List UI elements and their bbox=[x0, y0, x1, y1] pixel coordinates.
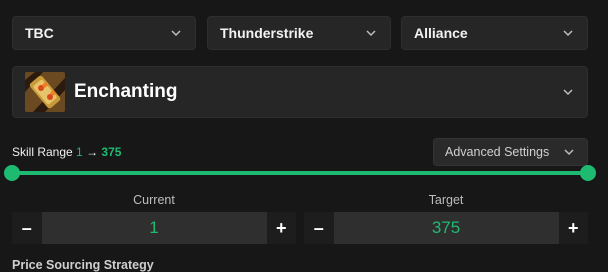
skill-range-max-handle[interactable] bbox=[580, 165, 596, 181]
skill-range-title: Skill Range bbox=[12, 145, 73, 159]
skill-range-max: 375 bbox=[101, 145, 122, 159]
price-sourcing-heading: Price Sourcing Strategy bbox=[12, 258, 154, 272]
expansion-value: TBC bbox=[25, 25, 54, 41]
chevron-down-icon bbox=[169, 26, 183, 40]
current-decrement-button[interactable]: – bbox=[12, 212, 42, 244]
target-skill-stepper[interactable]: – + bbox=[304, 212, 588, 244]
realm-dropdown[interactable]: Thunderstrike bbox=[207, 16, 391, 50]
chevron-down-icon bbox=[561, 85, 575, 99]
arrow-right-icon: → bbox=[86, 145, 99, 159]
target-skill-input[interactable] bbox=[333, 212, 559, 244]
realm-value: Thunderstrike bbox=[220, 25, 314, 41]
current-skill-stepper[interactable]: – + bbox=[12, 212, 296, 244]
target-decrement-button[interactable]: – bbox=[304, 212, 334, 244]
target-increment-button[interactable]: + bbox=[558, 212, 588, 244]
profession-title: Enchanting bbox=[74, 81, 178, 102]
faction-dropdown[interactable]: Alliance bbox=[401, 16, 588, 50]
expansion-dropdown[interactable]: TBC bbox=[12, 16, 196, 50]
profession-dropdown[interactable]: Enchanting bbox=[12, 66, 588, 118]
chevron-down-icon bbox=[364, 26, 378, 40]
current-skill-input[interactable] bbox=[41, 212, 267, 244]
current-increment-button[interactable]: + bbox=[266, 212, 296, 244]
chevron-down-icon bbox=[561, 26, 575, 40]
skill-range-min: 1 bbox=[76, 145, 83, 159]
skill-range-label: Skill Range 1 → 375 bbox=[12, 145, 121, 159]
chevron-down-icon bbox=[562, 145, 576, 159]
skill-range-min-handle[interactable] bbox=[4, 165, 20, 181]
skill-range-slider-track[interactable] bbox=[12, 171, 588, 175]
advanced-settings-label: Advanced Settings bbox=[445, 145, 550, 159]
enchanting-scroll-icon bbox=[25, 72, 65, 112]
target-label: Target bbox=[428, 193, 464, 207]
advanced-settings-button[interactable]: Advanced Settings bbox=[433, 138, 588, 166]
current-label: Current bbox=[133, 193, 175, 207]
faction-value: Alliance bbox=[414, 25, 468, 41]
